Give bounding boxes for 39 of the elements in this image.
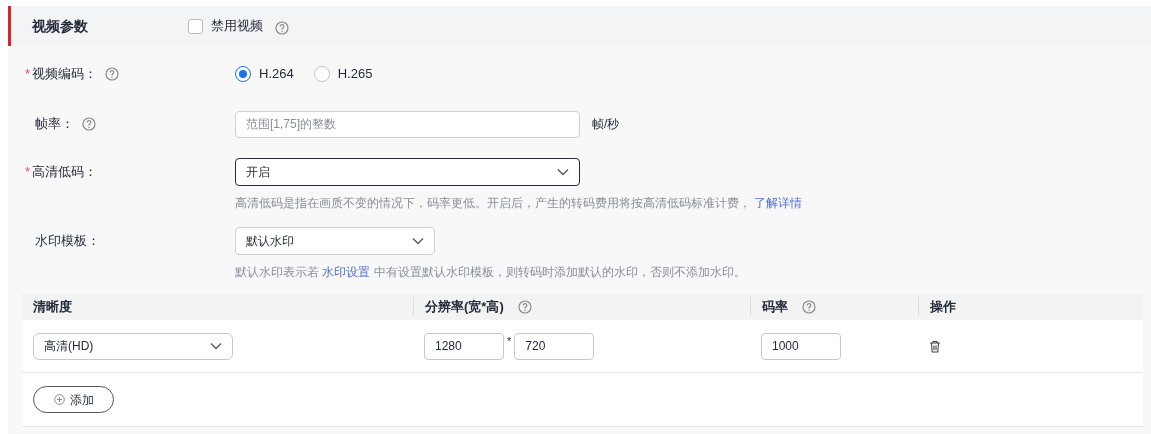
- checkbox[interactable]: [188, 18, 203, 34]
- link[interactable]: 水印设置: [322, 265, 371, 279]
- radio-label: H.264: [259, 65, 294, 84]
- help-icon[interactable]: [517, 299, 532, 314]
- chevron-down-icon: [557, 168, 569, 176]
- chevron-down-icon: [412, 237, 424, 245]
- hint-text: 高清低码是指在画质不变的情况下，码率更低。开启后，产生的转码费用将按高清低码标准计费， 了解详情: [235, 196, 803, 210]
- field-label: *视频编码：: [25, 65, 98, 84]
- column-header: 操作: [930, 297, 956, 316]
- trash-icon[interactable]: [929, 339, 941, 353]
- hint-text: 默认水印表示若 水印设置 中有设置默认水印模板，则转码时添加默认的水印，否则不添加水印。: [235, 265, 746, 279]
- add-button[interactable]: 添加: [33, 386, 114, 413]
- checkbox-label: 禁用视频: [211, 17, 263, 36]
- plus-circle-icon: [53, 394, 65, 405]
- help-icon[interactable]: [105, 67, 120, 81]
- help-icon[interactable]: [82, 117, 96, 131]
- column-header: 分辨率(宽*高): [425, 297, 504, 316]
- field-label: *高清低码：: [25, 163, 98, 182]
- field-label: 水印模板：: [34, 232, 100, 251]
- radio-button[interactable]: [313, 66, 330, 82]
- column-header: 清晰度: [33, 297, 72, 316]
- select-field[interactable]: 默认水印: [235, 227, 435, 255]
- column-header: 码率: [762, 297, 788, 316]
- section-title: 视频参数: [31, 16, 89, 36]
- help-icon[interactable]: [275, 21, 289, 35]
- chevron-down-icon: [210, 342, 222, 350]
- input-field[interactable]: 720: [514, 332, 595, 360]
- separator-text: *: [507, 333, 512, 349]
- input-field[interactable]: 1280: [424, 332, 504, 360]
- input-field[interactable]: 1000: [761, 332, 841, 360]
- help-icon[interactable]: [802, 299, 816, 314]
- input-field[interactable]: 范围[1,75]的整数: [235, 110, 580, 138]
- radio-label: H.265: [337, 65, 373, 84]
- select-field[interactable]: 高清(HD): [33, 332, 233, 360]
- select-field[interactable]: 开启: [235, 158, 580, 186]
- radio-button[interactable]: [235, 66, 251, 82]
- field-label: 帧率：: [34, 115, 74, 134]
- unit-label: 帧/秒: [592, 116, 620, 133]
- link[interactable]: 了解详情: [754, 196, 803, 210]
